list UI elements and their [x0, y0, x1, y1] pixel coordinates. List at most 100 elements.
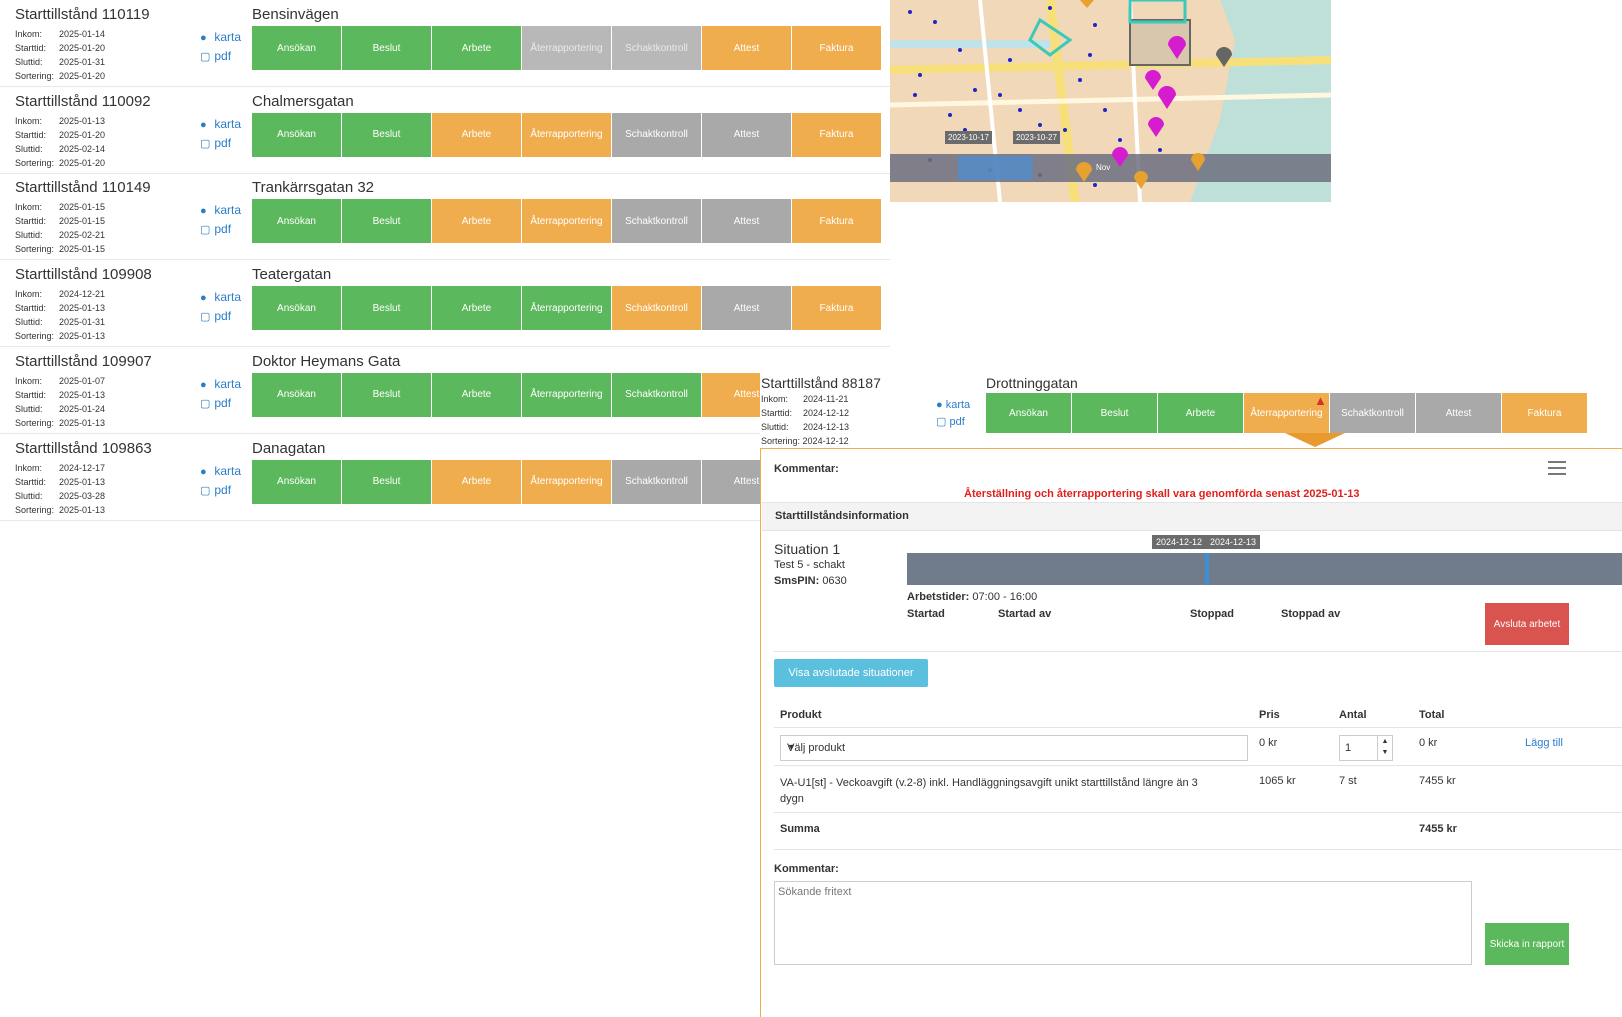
step-0[interactable]: Ansökan [252, 112, 341, 157]
new-total: 0 kr [1419, 737, 1438, 749]
street-name: Chalmersgatan [252, 92, 354, 110]
step-3[interactable]: Återrapportering [522, 112, 611, 157]
step-2[interactable]: Arbete [432, 286, 521, 331]
meta-key: Starttid: [15, 216, 47, 227]
meta-value: 2025-01-13 [59, 115, 106, 126]
permit-links: ● karta ▢ pdf [200, 462, 241, 500]
new-price: 0 kr [1259, 737, 1278, 749]
line-item-product: VA-U1[st] - Veckoavgift (v.2-8) inkl. Ha… [780, 777, 1198, 805]
step-0[interactable]: Ansökan [252, 286, 341, 331]
step-5[interactable]: Attest [702, 286, 791, 331]
step-3[interactable]: Återrapportering [522, 199, 611, 244]
step-2[interactable]: Arbete [432, 459, 521, 504]
step-2[interactable]: Arbete [432, 112, 521, 157]
step-3[interactable]: Återrapportering [522, 286, 611, 331]
step-2[interactable]: Arbete [432, 372, 521, 417]
step-4[interactable]: Schaktkontroll [612, 112, 701, 157]
detail-map-link[interactable]: ● karta [936, 397, 970, 414]
permit-title[interactable]: Starttillstånd 109907 [15, 353, 152, 370]
pdf-link[interactable]: ▢ pdf [200, 47, 241, 66]
permit-title[interactable]: Starttillstånd 110119 [15, 6, 150, 23]
map-link[interactable]: ● karta [200, 28, 241, 47]
step-1[interactable]: Beslut [342, 286, 431, 331]
map-link[interactable]: ● karta [200, 201, 241, 220]
step-4[interactable]: Schaktkontroll [612, 26, 701, 70]
step-4[interactable]: Schaktkontroll [612, 286, 701, 331]
step-6[interactable]: Faktura [792, 286, 881, 331]
step-0[interactable]: Ansökan [252, 372, 341, 417]
map-view[interactable]: 2023-10-17 2023-10-27 Nov [890, 0, 1331, 202]
detail-step-2[interactable]: Arbete [1158, 393, 1243, 433]
permit-row: Starttillstånd 110149 Inkom: 2025-01-15 Sta… [0, 173, 890, 261]
timeline[interactable] [907, 553, 1622, 585]
pdf-link[interactable]: ▢ pdf [200, 394, 241, 413]
step-5[interactable]: Attest [702, 112, 791, 157]
step-6[interactable]: Faktura [792, 26, 881, 70]
meta-value: 2025-01-15 [59, 216, 106, 227]
step-1[interactable]: Beslut [342, 199, 431, 244]
step-1[interactable]: Beslut [342, 26, 431, 70]
step-1[interactable]: Beslut [342, 372, 431, 417]
quantity-stepper[interactable]: 1 ▲ ▼ [1339, 735, 1393, 761]
step-5[interactable]: Attest [702, 26, 791, 70]
step-4[interactable]: Schaktkontroll [612, 199, 701, 244]
active-step-caret [1285, 433, 1345, 447]
detail-title: Starttillstånd 88187 [761, 375, 881, 391]
detail-step-4[interactable]: Schaktkontroll [1330, 393, 1415, 433]
step-0[interactable]: Ansökan [252, 199, 341, 244]
status-steps: Ansökan Beslut Arbete Återrapportering Schak… [252, 199, 882, 244]
map-link[interactable]: ● karta [200, 115, 241, 134]
step-3[interactable]: Återrapportering [522, 372, 611, 417]
spinner-icon[interactable]: ▲ ▼ [1377, 736, 1392, 760]
map-link[interactable]: ● karta [200, 375, 241, 394]
step-3[interactable]: Återrapportering [522, 459, 611, 504]
comment-textarea[interactable]: Sökande fritext [774, 881, 1472, 965]
info-section-header[interactable]: Starttillståndsinformation [762, 502, 1622, 531]
permit-title[interactable]: Starttillstånd 110092 [15, 93, 151, 110]
pdf-icon: ▢ [200, 51, 211, 63]
meta-value: 2025-01-24 [59, 403, 106, 414]
add-product-link[interactable]: Lägg till [1525, 737, 1563, 749]
step-2[interactable]: Arbete [432, 26, 521, 70]
meta-key: Inkom: [15, 202, 43, 213]
detail-step-5[interactable]: Attest [1416, 393, 1501, 433]
map-link[interactable]: ● karta [200, 462, 241, 481]
pdf-link[interactable]: ▢ pdf [200, 307, 241, 326]
detail-pdf-link[interactable]: ▢ pdf [936, 414, 970, 431]
pdf-link[interactable]: ▢ pdf [200, 220, 241, 239]
step-5[interactable]: Attest [702, 199, 791, 244]
meta-value: 2024-12-21 [59, 289, 106, 300]
menu-icon[interactable] [1548, 461, 1566, 479]
pdf-link[interactable]: ▢ pdf [200, 134, 241, 153]
submit-report-button[interactable]: Skicka in rapport [1485, 923, 1569, 965]
map-link[interactable]: ● karta [200, 288, 241, 307]
show-closed-button[interactable]: Visa avslutade situationer [774, 659, 928, 687]
permit-title[interactable]: Starttillstånd 109863 [15, 440, 152, 457]
step-3[interactable]: Återrapportering [522, 26, 611, 70]
line-item-qty: 7 st [1339, 775, 1357, 787]
meta-key: Starttid: [15, 43, 47, 53]
step-2[interactable]: Arbete [432, 199, 521, 244]
product-select[interactable]: Välj produkt ▼ [780, 735, 1248, 761]
map-marker-icon: ● [936, 399, 943, 411]
step-1[interactable]: Beslut [342, 459, 431, 504]
meta-value: 2025-02-14 [59, 143, 106, 154]
pdf-link[interactable]: ▢ pdf [200, 481, 241, 500]
permit-title[interactable]: Starttillstånd 110149 [15, 179, 151, 196]
detail-step-1[interactable]: Beslut [1072, 393, 1157, 433]
step-0[interactable]: Ansökan [252, 26, 341, 70]
detail-step-6[interactable]: Faktura [1502, 393, 1587, 433]
step-6[interactable]: Faktura [792, 112, 881, 157]
step-6[interactable]: Faktura [792, 199, 881, 244]
permit-title[interactable]: Starttillstånd 109908 [15, 266, 152, 283]
timeline-date-start: 2024-12-12 [1152, 535, 1207, 549]
step-0[interactable]: Ansökan [252, 459, 341, 504]
sum-label: Summa [780, 823, 820, 835]
step-4[interactable]: Schaktkontroll [612, 459, 701, 504]
step-4[interactable]: Schaktkontroll [612, 372, 701, 417]
map-link-label: karta [214, 376, 242, 391]
end-work-button[interactable]: Avsluta arbetet [1485, 603, 1569, 645]
detail-step-0[interactable]: Ansökan [986, 393, 1071, 433]
step-1[interactable]: Beslut [342, 112, 431, 157]
detail-steps: Ansökan Beslut Arbete Återrapportering Schak… [986, 393, 1588, 433]
